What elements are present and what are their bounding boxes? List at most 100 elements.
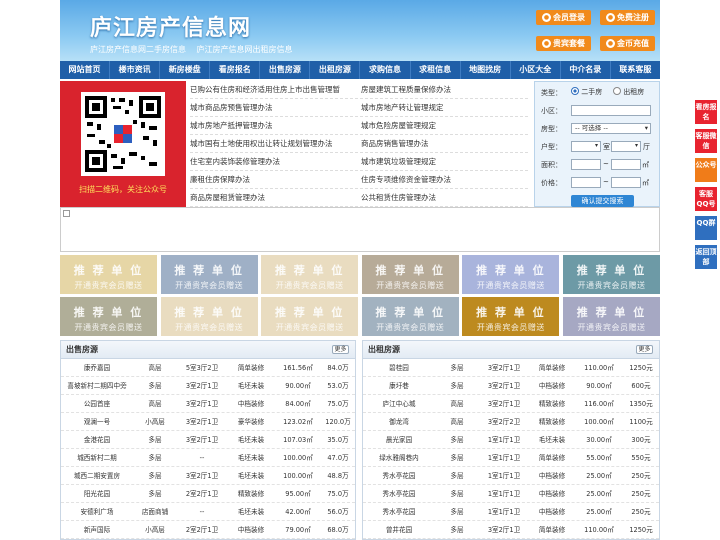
recharge-button[interactable]: ● 金币充值 — [600, 36, 655, 51]
table-row[interactable]: 安德利广场 店面商铺 -- 毛坯未装 42.00㎡ 56.0万 — [61, 503, 355, 521]
community-input[interactable] — [571, 105, 651, 116]
community-name[interactable]: 城西新村二期 — [61, 449, 133, 466]
register-button[interactable]: ● 免费注册 — [600, 10, 655, 25]
community-name[interactable]: 庐江中心城 — [363, 395, 435, 412]
community-name[interactable]: 康圩巷 — [363, 377, 435, 394]
news-link[interactable]: 城市国有土地使用权出让转让规划管理办法 — [190, 135, 357, 152]
banner-image[interactable] — [60, 207, 660, 252]
table-row[interactable]: 公园首座 高层 3室2厅1卫 中档装修 84.00㎡ 75.0万 — [61, 395, 355, 413]
table-row[interactable]: 曾井花园 多层 3室2厅1卫 简单装修 110.00㎡ 1250元 — [363, 521, 659, 539]
news-link[interactable]: 商品房销售管理办法 — [357, 135, 528, 152]
nav-contact[interactable]: 联系客服 — [611, 61, 660, 79]
nav-for-sale[interactable]: 出售房源 — [260, 61, 311, 79]
side-button-0[interactable]: 看房报名 — [695, 100, 717, 124]
news-link[interactable]: 廉租住房保障办法 — [190, 171, 357, 188]
community-name[interactable]: 晨光家园 — [363, 431, 435, 448]
table-row[interactable]: 秀水亭花园 多层 1室1厅1卫 中档装修 25.00㎡ 250元 — [363, 485, 659, 503]
table-row[interactable]: 碧桂园 多层 3室2厅1卫 简单装修 110.00㎡ 1250元 — [363, 359, 659, 377]
recommended-unit-tile[interactable]: 推 荐 单 位开通贵宾会员赠送 — [261, 255, 359, 294]
side-button-1[interactable]: 客服微信 — [695, 129, 717, 153]
recommended-unit-tile[interactable]: 推 荐 单 位开通贵宾会员赠送 — [261, 297, 359, 336]
slogan-link-rent[interactable]: 庐江房产信息网出租房信息 — [197, 45, 293, 54]
table-row[interactable]: 康乔嘉园 高层 5室3厅2卫 简单装修 161.56㎡ 84.0万 — [61, 359, 355, 377]
rent-more-button[interactable]: 更多 — [636, 345, 653, 354]
slogan-link-second[interactable]: 庐江房产信息网二手房信息 — [90, 45, 186, 54]
price-min-input[interactable] — [571, 177, 601, 188]
community-name[interactable]: 秀水亭花园 — [363, 467, 435, 484]
community-name[interactable]: 新声国际 — [61, 521, 133, 538]
table-row[interactable]: 康圩巷 多层 3室2厅1卫 中档装修 90.00㎡ 600元 — [363, 377, 659, 395]
side-button-4[interactable]: QQ群 — [695, 216, 717, 240]
recommended-unit-tile[interactable]: 推 荐 单 位开通贵宾会员赠送 — [462, 297, 560, 336]
recommended-unit-tile[interactable]: 推 荐 单 位开通贵宾会员赠送 — [160, 255, 258, 294]
table-row[interactable]: 庐江中心城 高层 3室2厅1卫 精致装修 116.00㎡ 1350元 — [363, 395, 659, 413]
news-link[interactable]: 商品房屋租赁管理办法 — [190, 189, 357, 206]
login-button[interactable]: ● 会员登录 — [536, 10, 591, 25]
community-name[interactable]: 曾井花园 — [363, 521, 435, 538]
table-row[interactable]: 阳光花园 多层 2室2厅1卫 精致装修 95.00㎡ 75.0万 — [61, 485, 355, 503]
nav-want-buy[interactable]: 求购信息 — [360, 61, 411, 79]
hall-select[interactable]: ▾ — [611, 141, 641, 152]
news-link[interactable]: 城市建筑垃圾管理规定 — [357, 153, 528, 170]
recommended-unit-tile[interactable]: 推 荐 单 位开通贵宾会员赠送 — [361, 297, 459, 336]
radio-second-hand[interactable]: 二手房 — [571, 87, 602, 97]
side-button-5[interactable]: 返回顶部 — [695, 245, 717, 269]
table-row[interactable]: 新声国际 小高层 2室2厅1卫 中档装修 79.00㎡ 68.0万 — [61, 521, 355, 539]
community-name[interactable]: 碧桂园 — [363, 359, 435, 376]
price-max-input[interactable] — [611, 177, 641, 188]
community-name[interactable]: 公园首座 — [61, 395, 133, 412]
recommended-unit-tile[interactable]: 推 荐 单 位开通贵宾会员赠送 — [60, 255, 157, 294]
nav-agents[interactable]: 中介名录 — [561, 61, 611, 79]
vip-package-button[interactable]: ● 贵宾套餐 — [536, 36, 591, 51]
table-row[interactable]: 秀水亭花园 多层 1室1厅1卫 中档装修 25.00㎡ 250元 — [363, 503, 659, 521]
sale-more-button[interactable]: 更多 — [332, 345, 349, 354]
community-name[interactable]: 金港花园 — [61, 431, 133, 448]
news-link[interactable]: 住房专项维修资金管理办法 — [357, 171, 528, 188]
search-submit-button[interactable]: 确认提交搜索 — [571, 195, 634, 207]
nav-news[interactable]: 楼市资讯 — [110, 61, 161, 79]
room-select[interactable]: ▾ — [571, 141, 601, 152]
community-name[interactable]: 绿水雅阁巷内 — [363, 449, 435, 466]
community-name[interactable]: 秀水亭花园 — [363, 485, 435, 502]
recommended-unit-tile[interactable]: 推 荐 单 位开通贵宾会员赠送 — [462, 255, 560, 294]
community-name[interactable]: 秀水亭花园 — [363, 503, 435, 520]
community-name[interactable]: 康乔嘉园 — [61, 359, 133, 376]
radio-rent[interactable]: 出租房 — [613, 87, 644, 97]
news-link[interactable]: 城市危险房屋管理规定 — [357, 117, 528, 134]
side-button-3[interactable]: 客服QQ号 — [695, 187, 717, 211]
community-name[interactable]: 御龙湾 — [363, 413, 435, 430]
news-link[interactable]: 城市房地产抵押管理办法 — [190, 117, 357, 134]
community-name[interactable]: 观澜一号 — [61, 413, 133, 430]
table-row[interactable]: 金港花园 多层 3室2厅1卫 毛坯未装 107.03㎡ 35.0万 — [61, 431, 355, 449]
nav-want-rent[interactable]: 求租信息 — [411, 61, 461, 79]
table-row[interactable]: 御龙湾 高层 3室2厅2卫 精致装修 100.00㎡ 1100元 — [363, 413, 659, 431]
table-row[interactable]: 绿水雅阁巷内 多层 1室1厅1卫 简单装修 55.00㎡ 550元 — [363, 449, 659, 467]
community-name[interactable]: 城西二期安置房 — [61, 467, 133, 484]
news-link[interactable]: 城市商品房预售管理办法 — [190, 99, 357, 116]
news-link[interactable]: 城市房地产转让管理规定 — [357, 99, 528, 116]
recommended-unit-tile[interactable]: 推 荐 单 位开通贵宾会员赠送 — [60, 297, 157, 336]
side-button-2[interactable]: 公众号 — [695, 158, 717, 182]
nav-map[interactable]: 地图找房 — [461, 61, 511, 79]
nav-communities[interactable]: 小区大全 — [511, 61, 561, 79]
table-row[interactable]: 观澜一号 小高层 3室2厅1卫 豪华装修 123.02㎡ 120.0万 — [61, 413, 355, 431]
nav-viewing-signup[interactable]: 看房报名 — [210, 61, 261, 79]
news-link[interactable]: 房屋建筑工程质量保修办法 — [357, 81, 528, 98]
recommended-unit-tile[interactable]: 推 荐 单 位开通贵宾会员赠送 — [563, 255, 660, 294]
area-min-input[interactable] — [571, 159, 601, 170]
nav-for-rent[interactable]: 出租房源 — [310, 61, 361, 79]
table-row[interactable]: 秀水亭花园 多层 1室1厅1卫 中档装修 25.00㎡ 250元 — [363, 467, 659, 485]
recommended-unit-tile[interactable]: 推 荐 单 位开通贵宾会员赠送 — [361, 255, 459, 294]
table-row[interactable]: 喜坡新村二期四中旁 多层 3室2厅1卫 毛坯未装 90.00㎡ 53.0万 — [61, 377, 355, 395]
recommended-unit-tile[interactable]: 推 荐 单 位开通贵宾会员赠送 — [563, 297, 660, 336]
news-link[interactable]: 住宅室内装饰装修管理办法 — [190, 153, 357, 170]
nav-new-homes[interactable]: 新房楼盘 — [160, 61, 211, 79]
nav-home[interactable]: 网站首页 — [60, 61, 111, 79]
table-row[interactable]: 晨光家园 多层 1室1厅1卫 毛坯未装 30.00㎡ 300元 — [363, 431, 659, 449]
table-row[interactable]: 城西新村二期 多层 -- 毛坯未装 100.00㎡ 47.0万 — [61, 449, 355, 467]
news-link[interactable]: 公共租赁住房管理办法 — [357, 189, 528, 206]
house-type-select[interactable]: -- 可选择 -- ▾ — [571, 123, 651, 134]
community-name[interactable]: 喜坡新村二期四中旁 — [61, 377, 133, 394]
community-name[interactable]: 安德利广场 — [61, 503, 133, 520]
area-max-input[interactable] — [611, 159, 641, 170]
